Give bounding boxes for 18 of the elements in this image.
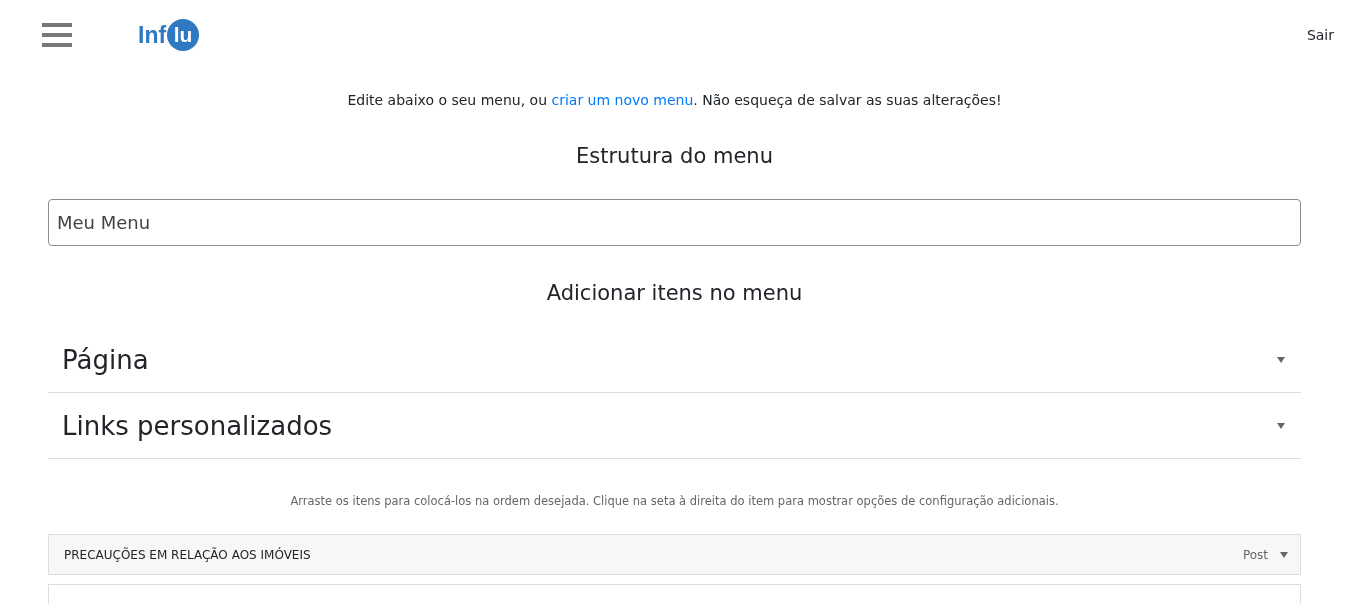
create-menu-link[interactable]: criar um novo menu [551,92,694,108]
accordion-header[interactable]: Página [48,327,1301,393]
menu-item-title: PRECAUÇÕES EM RELAÇÃO AOS IMÓVEIS [64,547,312,562]
menu-icon[interactable] [42,23,72,47]
accordion-title: Links personalizados [62,410,334,441]
menu-item-type: Post [1242,547,1268,562]
accordion-header[interactable]: Links personalizados [48,393,1301,459]
caret-icon[interactable] [1280,551,1288,558]
intro-text: Edite abaixo o seu menu, ou criar um novo menu. Não esqueça de salvar as suas alterações! [346,92,1003,108]
accordion-title: Página [62,344,150,375]
caret-icon [1277,356,1285,363]
caret-icon [1277,422,1285,429]
section-title: Adicionar itens no menu [546,281,803,305]
hint-text: Arraste os itens para colocá-los na ordem desejada. Clique na seta à direita do item para mostrar opções de configuração adicionais. [289,494,1060,508]
section-title: Estrutura do menu [576,144,773,168]
menu-item[interactable]: PRECAUÇÕES EM RELAÇÃO AOS IMÓVEIS Post [48,534,1301,575]
logout-link[interactable]: Sair [1306,27,1334,43]
menu-name-field[interactable]: Meu Menu [48,199,1301,246]
